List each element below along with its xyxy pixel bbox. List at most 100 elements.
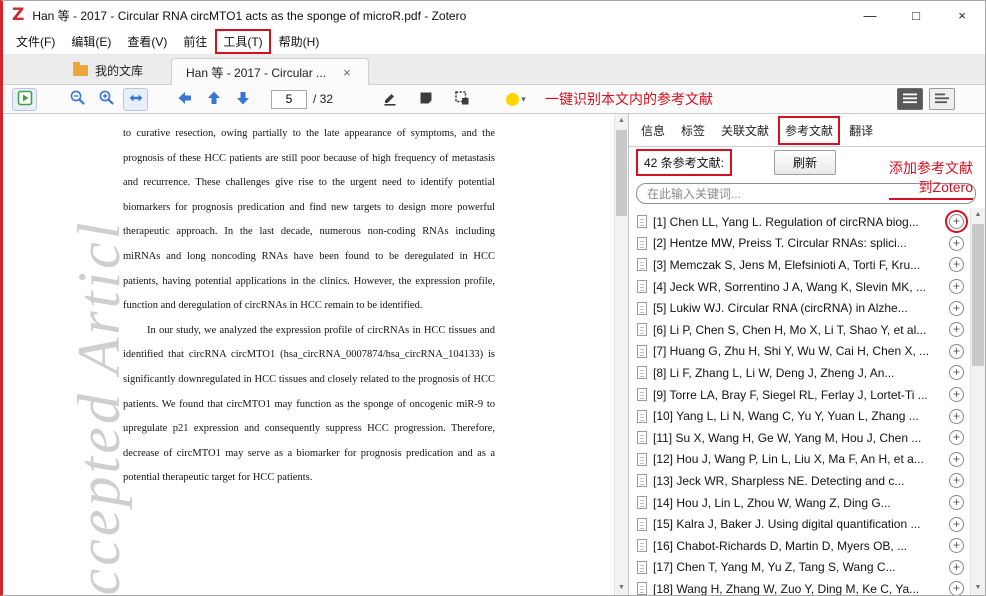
reference-item[interactable]: [1] Chen LL, Yang L. Regulation of circR… bbox=[629, 210, 970, 234]
tab-translate[interactable]: 翻译 bbox=[842, 116, 880, 145]
document-icon bbox=[637, 496, 647, 510]
reference-item[interactable]: [17] Chen T, Yang M, Yu Z, Tang S, Wang … bbox=[629, 557, 970, 579]
add-reference-button[interactable] bbox=[945, 210, 968, 234]
reference-item[interactable]: [6] Li P, Chen S, Chen H, Mo X, Li T, Sh… bbox=[629, 319, 970, 341]
reference-item[interactable]: [9] Torre LA, Bray F, Siegel RL, Ferlay … bbox=[629, 384, 970, 406]
document-icon bbox=[637, 323, 647, 337]
add-reference-button[interactable] bbox=[949, 451, 964, 467]
reference-item[interactable]: [16] Chabot-Richards D, Martin D, Myers … bbox=[629, 535, 970, 557]
scroll-down-icon[interactable]: ▼ bbox=[971, 581, 985, 595]
add-reference-button[interactable] bbox=[949, 495, 964, 511]
add-reference-button[interactable] bbox=[949, 322, 964, 338]
annotation-color-button[interactable]: ▾ bbox=[499, 88, 533, 111]
menu-help[interactable]: 帮助(H) bbox=[271, 29, 328, 54]
document-icon bbox=[637, 301, 647, 315]
reference-item[interactable]: [3] Memczak S, Jens M, Elefsinioti A, To… bbox=[629, 254, 970, 276]
reference-item[interactable]: [10] Yang L, Li N, Wang C, Yu Y, Yuan L,… bbox=[629, 405, 970, 427]
menu-edit[interactable]: 编辑(E) bbox=[63, 29, 119, 54]
add-reference-button[interactable] bbox=[949, 408, 964, 424]
document-icon bbox=[637, 452, 647, 466]
maximize-button[interactable]: □ bbox=[893, 1, 939, 29]
reference-text: [13] Jeck WR, Sharpless NE. Detecting an… bbox=[653, 473, 905, 488]
menu-tools[interactable]: 工具(T) bbox=[215, 29, 271, 54]
reference-item[interactable]: [11] Su X, Wang H, Ge W, Yang M, Hou J, … bbox=[629, 427, 970, 449]
reference-list-scrollbar[interactable]: ▲ ▼ bbox=[970, 208, 985, 595]
tab-document[interactable]: Han 等 - 2017 - Circular ... × bbox=[171, 58, 370, 85]
reference-item[interactable]: [4] Jeck WR, Sorrentino J A, Wang K, Sle… bbox=[629, 276, 970, 298]
previous-page-button[interactable] bbox=[201, 88, 226, 111]
reference-item[interactable]: [14] Hou J, Lin L, Zhou W, Wang Z, Ding … bbox=[629, 492, 970, 514]
reference-item[interactable]: [15] Kalra J, Baker J. Using digital qua… bbox=[629, 513, 970, 535]
zoom-out-button[interactable] bbox=[65, 88, 90, 111]
add-reference-button[interactable] bbox=[949, 430, 964, 446]
reference-text: [17] Chen T, Yang M, Yu Z, Tang S, Wang … bbox=[653, 560, 896, 575]
tab-related[interactable]: 关联文献 bbox=[714, 116, 776, 145]
pdf-scrollbar-thumb[interactable] bbox=[616, 130, 627, 216]
pdf-page-view[interactable]: Accepted Articl to curative resection, o… bbox=[3, 114, 629, 595]
reference-item[interactable]: [8] Li F, Zhang L, Li W, Deng J, Zheng J… bbox=[629, 362, 970, 384]
tab-close-icon[interactable]: × bbox=[343, 65, 351, 80]
fit-width-icon bbox=[128, 90, 144, 109]
reference-item[interactable]: [18] Wang H, Zhang W, Zuo Y, Ding M, Ke … bbox=[629, 578, 970, 595]
back-button[interactable] bbox=[172, 88, 197, 111]
tab-tags[interactable]: 标签 bbox=[674, 116, 712, 145]
titlebar: Z Han 等 - 2017 - Circular RNA circMTO1 a… bbox=[3, 1, 985, 29]
highlighter-icon bbox=[382, 90, 398, 109]
main-content: Accepted Articl to curative resection, o… bbox=[3, 114, 985, 595]
minimize-button[interactable]: — bbox=[847, 1, 893, 29]
reference-text: [18] Wang H, Zhang W, Zuo Y, Ding M, Ke … bbox=[653, 581, 920, 595]
panel-tab-bar: 信息 标签 关联文献 参考文献 翻译 bbox=[629, 114, 985, 147]
add-reference-button[interactable] bbox=[949, 257, 964, 273]
notes-sidebar-button[interactable] bbox=[929, 88, 955, 110]
document-icon bbox=[637, 560, 647, 574]
annotations-sidebar-button[interactable] bbox=[897, 88, 923, 110]
reference-item[interactable]: [5] Lukiw WJ. Circular RNA (circRNA) in … bbox=[629, 297, 970, 319]
pdf-toolbar: / 32 ▾ 一键识别本文内的参考文献 bbox=[3, 85, 985, 114]
reference-text: [7] Huang G, Zhu H, Shi Y, Wu W, Cai H, … bbox=[653, 344, 930, 359]
close-button[interactable]: × bbox=[939, 1, 985, 29]
next-page-button[interactable] bbox=[230, 88, 255, 111]
list-scrollbar-thumb[interactable] bbox=[972, 224, 984, 366]
add-reference-button[interactable] bbox=[949, 343, 964, 359]
zoom-in-button[interactable] bbox=[94, 88, 119, 111]
pdf-scrollbar[interactable]: ▲ ▼ bbox=[614, 114, 628, 595]
document-icon bbox=[637, 388, 647, 402]
page-total-label: / 32 bbox=[313, 92, 334, 106]
scroll-up-icon[interactable]: ▲ bbox=[971, 208, 985, 222]
page-number-input[interactable] bbox=[271, 89, 307, 109]
toggle-sidebar-button[interactable] bbox=[12, 87, 37, 111]
reference-item[interactable]: [12] Hou J, Wang P, Lin L, Liu X, Ma F, … bbox=[629, 449, 970, 471]
scroll-down-icon[interactable]: ▼ bbox=[615, 581, 628, 595]
area-select-tool-button[interactable] bbox=[449, 88, 474, 111]
reference-item[interactable]: [7] Huang G, Zhu H, Shi Y, Wu W, Cai H, … bbox=[629, 341, 970, 363]
reference-item[interactable]: [13] Jeck WR, Sharpless NE. Detecting an… bbox=[629, 470, 970, 492]
add-reference-button[interactable] bbox=[949, 538, 964, 554]
add-reference-button[interactable] bbox=[949, 235, 964, 251]
reference-text: [4] Jeck WR, Sorrentino J A, Wang K, Sle… bbox=[653, 279, 926, 294]
zotero-window: Z Han 等 - 2017 - Circular RNA circMTO1 a… bbox=[0, 0, 986, 596]
add-reference-button[interactable] bbox=[949, 387, 964, 403]
add-reference-button[interactable] bbox=[949, 473, 964, 489]
add-reference-button[interactable] bbox=[949, 365, 964, 381]
menu-view[interactable]: 查看(V) bbox=[119, 29, 175, 54]
add-reference-button[interactable] bbox=[949, 559, 964, 575]
reference-text: [14] Hou J, Lin L, Zhou W, Wang Z, Ding … bbox=[653, 495, 891, 510]
refresh-button[interactable]: 刷新 bbox=[774, 150, 837, 175]
document-icon bbox=[637, 366, 647, 380]
add-reference-button[interactable] bbox=[949, 516, 964, 532]
menu-file[interactable]: 文件(F) bbox=[8, 29, 63, 54]
add-reference-button[interactable] bbox=[949, 581, 964, 595]
menu-go[interactable]: 前往 bbox=[175, 29, 215, 54]
note-tool-button[interactable] bbox=[413, 88, 438, 111]
add-reference-button[interactable] bbox=[949, 300, 964, 316]
add-reference-button[interactable] bbox=[949, 279, 964, 295]
highlight-tool-button[interactable] bbox=[377, 88, 402, 111]
reference-text: [11] Su X, Wang H, Ge W, Yang M, Hou J, … bbox=[653, 430, 922, 445]
reference-item[interactable]: [2] Hentze MW, Preiss T. Circular RNAs: … bbox=[629, 233, 970, 255]
tab-references[interactable]: 参考文献 bbox=[778, 115, 841, 145]
scroll-up-icon[interactable]: ▲ bbox=[615, 114, 628, 128]
tab-my-library[interactable]: 我的文库 bbox=[59, 57, 157, 84]
document-icon bbox=[637, 236, 647, 250]
tab-info[interactable]: 信息 bbox=[634, 116, 672, 145]
fit-width-button[interactable] bbox=[123, 87, 148, 111]
